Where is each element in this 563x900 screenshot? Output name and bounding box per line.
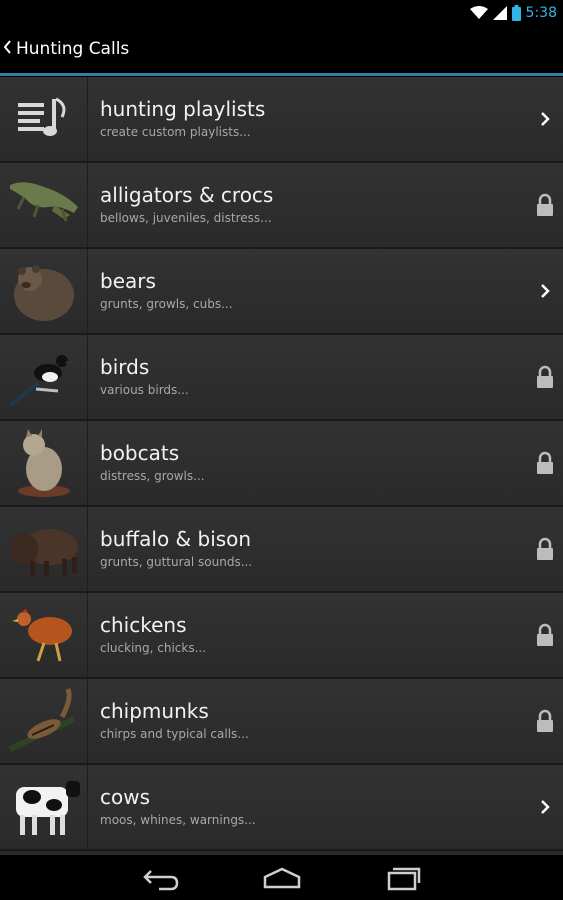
list-item-birds[interactable]: birds various birds... (0, 335, 563, 421)
lock-icon (537, 709, 553, 732)
row-thumbnail (0, 507, 88, 591)
chipmunk-thumbnail (8, 688, 76, 752)
playlist-icon (18, 97, 66, 136)
row-title: bears (100, 269, 156, 293)
chevron-right-icon (541, 284, 550, 298)
row-title: chipmunks (100, 699, 209, 723)
signal-icon (492, 6, 507, 20)
row-thumbnail (0, 335, 88, 419)
row-title: hunting playlists (100, 97, 266, 121)
row-subtitle: various birds... (100, 383, 189, 397)
row-thumbnail (0, 421, 88, 505)
list-item-chipmunks[interactable]: chipmunks chirps and typical calls... (0, 679, 563, 765)
list-item-buffalo-bison[interactable]: buffalo & bison grunts, guttural sounds.… (0, 507, 563, 593)
list-item-bobcats[interactable]: bobcats distress, growls... (0, 421, 563, 507)
action-bar: Hunting Calls (0, 25, 563, 75)
page-title[interactable]: Hunting Calls (16, 39, 129, 59)
row-thumbnail (0, 679, 88, 763)
battery-icon (511, 5, 521, 21)
chicken-thumbnail (12, 609, 72, 662)
row-thumbnail (0, 249, 88, 333)
list-item-alligators-crocs[interactable]: alligators & crocs bellows, juveniles, d… (0, 163, 563, 249)
row-thumbnail (0, 593, 88, 677)
status-bar: 5:38 (0, 0, 563, 25)
list-item-hunting-playlists[interactable]: hunting playlists create custom playlist… (0, 77, 563, 163)
back-caret-icon[interactable] (4, 40, 12, 54)
row-subtitle: chirps and typical calls... (100, 727, 249, 741)
row-title: buffalo & bison (100, 527, 252, 551)
chevron-right-icon (541, 800, 550, 814)
row-subtitle: distress, growls... (100, 469, 205, 483)
row-subtitle: grunts, guttural sounds... (100, 555, 253, 569)
row-title: birds (100, 355, 150, 379)
list-item-cows[interactable]: cows moos, whines, warnings... (0, 765, 563, 851)
cow-thumbnail (16, 781, 80, 835)
chevron-right-icon (541, 112, 550, 126)
category-list[interactable]: hunting playlists create custom playlist… (0, 77, 563, 855)
row-title: cows (100, 785, 151, 809)
home-nav-icon[interactable] (257, 863, 307, 893)
status-icons: 5:38 (469, 3, 557, 23)
lock-icon (537, 365, 553, 388)
wifi-icon (469, 6, 488, 19)
row-thumbnail (0, 765, 88, 849)
row-subtitle: grunts, growls, cubs... (100, 297, 233, 311)
navigation-bar (0, 855, 563, 900)
row-subtitle: create custom playlists... (100, 125, 251, 139)
alligator-thumbnail (10, 182, 78, 222)
row-thumbnail (0, 77, 88, 161)
row-subtitle: bellows, juveniles, distress... (100, 211, 272, 225)
lock-icon (537, 193, 553, 216)
list-item-chickens[interactable]: chickens clucking, chicks... (0, 593, 563, 679)
lock-icon (537, 451, 553, 474)
back-nav-icon[interactable] (137, 863, 187, 893)
list-item-bears[interactable]: bears grunts, growls, cubs... (0, 249, 563, 335)
action-bar-divider (0, 73, 563, 76)
row-title: bobcats (100, 441, 180, 465)
bear-thumbnail (14, 265, 74, 321)
row-subtitle: clucking, chicks... (100, 641, 207, 655)
row-title: alligators & crocs (100, 183, 274, 207)
recent-apps-icon[interactable] (377, 863, 427, 893)
bison-thumbnail (10, 529, 78, 577)
lock-icon (537, 537, 553, 560)
row-subtitle: moos, whines, warnings... (100, 813, 256, 827)
lock-icon (537, 623, 553, 646)
row-thumbnail (0, 163, 88, 247)
clock: 5:38 (525, 5, 557, 21)
bobcat-thumbnail (18, 429, 70, 497)
row-title: chickens (100, 613, 187, 637)
magpie-thumbnail (8, 355, 72, 407)
